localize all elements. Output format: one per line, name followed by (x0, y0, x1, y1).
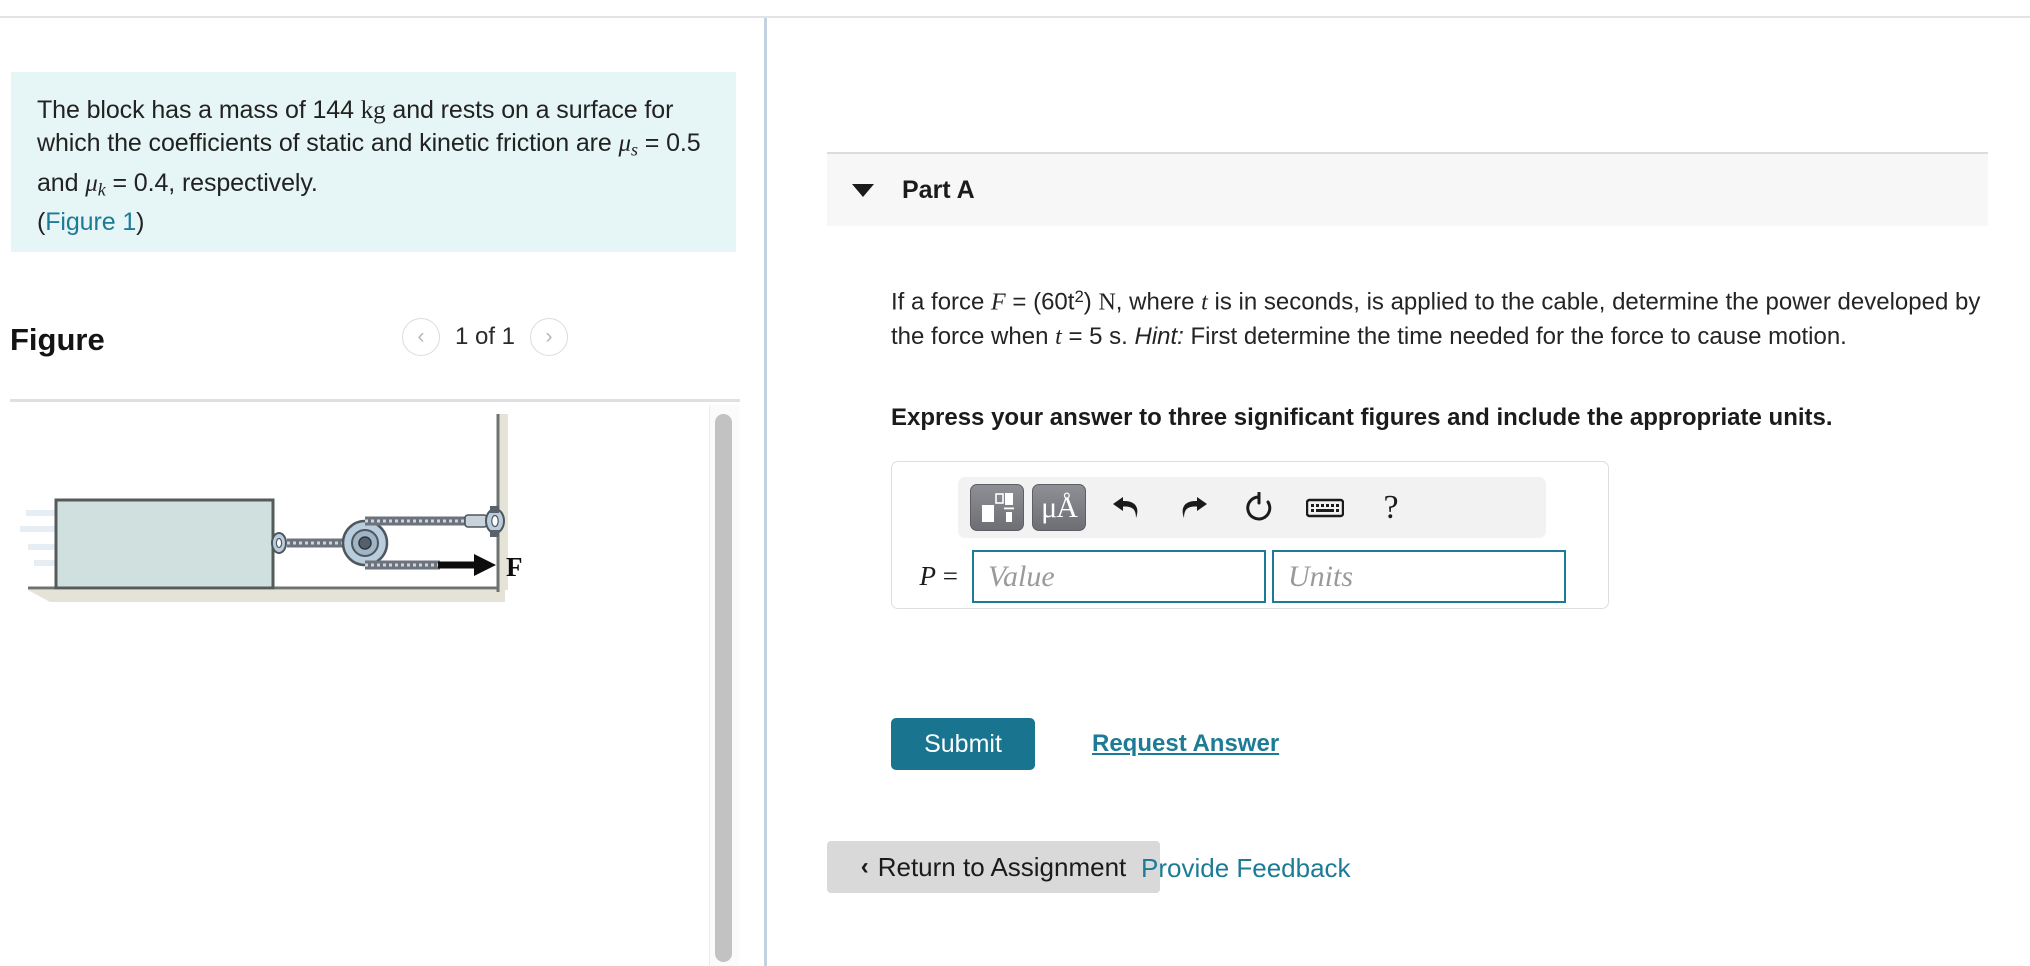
math-template-icon (982, 492, 1014, 522)
newton-unit: N (1098, 289, 1116, 316)
answer-variable-label: P = (900, 561, 958, 592)
figure-next-button[interactable]: › (530, 318, 568, 356)
caret-down-icon[interactable] (852, 183, 874, 197)
math-template-button[interactable] (970, 484, 1024, 531)
help-button[interactable]: ? (1358, 484, 1424, 531)
units-button[interactable]: μÅ (1032, 484, 1086, 531)
problem-text-1: The block has a mass of 144 (37, 96, 361, 124)
answer-row: P = (900, 550, 1566, 603)
return-to-assignment-label: Return to Assignment (877, 851, 1127, 882)
answer-value-input[interactable] (972, 550, 1266, 603)
part-a-header[interactable]: Part A (827, 152, 1988, 226)
keyboard-button[interactable] (1292, 484, 1358, 531)
cable-segment-2-icon (365, 514, 488, 528)
figure-scrollbar-track[interactable] (709, 405, 739, 966)
chevron-left-icon: ‹ (417, 324, 425, 348)
force-symbol-F: F (991, 289, 1006, 316)
return-to-assignment-button[interactable]: ‹ Return to Assignment (827, 841, 1160, 893)
figure-prev-button[interactable]: ‹ (401, 318, 440, 356)
force-exponent: 2 (1074, 287, 1084, 306)
right-pane: Part A If a force F = (60t2) N, where t … (767, 18, 2030, 966)
undo-button[interactable] (1094, 484, 1160, 531)
mu-s-symbol: μ (618, 130, 632, 157)
express-answer-instruction: Express your answer to three significant… (891, 404, 1833, 431)
question-seg-2: = (60t (1005, 288, 1075, 316)
problem-statement-text: The block has a mass of 144 kg and rests… (37, 94, 710, 239)
question-seg-7: First determine the time needed for the … (1183, 322, 1847, 350)
mu-k-symbol: μ (85, 169, 98, 197)
figure-title: Figure (10, 322, 105, 357)
time-symbol-t-2: t (1055, 323, 1062, 350)
reset-icon (1246, 491, 1272, 520)
problem-unit-kg: kg (360, 97, 386, 124)
question-body: If a force F = (60t2) N, where t is in s… (891, 280, 1981, 354)
left-pane: The block has a mass of 144 kg and rests… (0, 18, 760, 966)
answer-input-container: μÅ ? P = Value Units (891, 461, 1609, 609)
ground-shadow-icon (28, 590, 505, 602)
help-icon: ? (1383, 488, 1399, 526)
reset-button[interactable] (1226, 484, 1292, 531)
figure-paren-close: ) (136, 208, 145, 236)
chevron-left-icon: ‹ (860, 853, 869, 880)
block-eyelet-icon (271, 532, 287, 554)
figure-header: Figure ‹ 1 of 1 › (10, 318, 740, 380)
figure-panel: F (10, 399, 740, 966)
figure-paren-open: ( (37, 208, 46, 236)
figure-pager: ‹ 1 of 1 › (401, 318, 568, 356)
redo-icon (1182, 496, 1207, 518)
figure-page-label: 1 of 1 (454, 323, 515, 350)
problem-statement: The block has a mass of 144 kg and rests… (11, 72, 736, 252)
question-seg-4: , where (1115, 288, 1202, 316)
power-symbol-P: P (919, 561, 937, 591)
mu-s-subscript: s (630, 139, 638, 160)
motion-blur-icon (20, 510, 58, 566)
mu-k-value: = 0.4, respectively. (105, 168, 318, 197)
question-seg-6: = 5 s. (1061, 322, 1135, 350)
keyboard-icon (1306, 498, 1344, 517)
provide-feedback-link[interactable]: Provide Feedback (1141, 853, 1351, 884)
math-toolbar: μÅ ? (958, 477, 1546, 538)
block-icon (54, 498, 275, 590)
units-micro-angstrom-icon: μÅ (1041, 490, 1078, 524)
equals-sign: = (936, 561, 958, 591)
mu-k-subscript: k (97, 179, 106, 199)
force-label: F (506, 552, 523, 582)
undo-icon (1113, 496, 1138, 518)
physics-diagram: F (20, 414, 523, 602)
hint-label: Hint: (1134, 322, 1184, 350)
part-a-title: Part A (902, 175, 975, 204)
redo-button[interactable] (1160, 484, 1226, 531)
answer-units-input[interactable] (1272, 550, 1566, 603)
force-arrow-icon (438, 554, 496, 576)
chevron-right-icon: › (545, 324, 553, 348)
page-root: The block has a mass of 144 kg and rests… (0, 0, 2030, 966)
question-text: If a force F = (60t2) N, where t is in s… (891, 280, 1981, 354)
figure-scrollbar-thumb[interactable] (715, 414, 732, 962)
submit-button[interactable]: Submit (891, 718, 1035, 770)
figure-1-link[interactable]: Figure 1 (45, 208, 136, 236)
question-seg-3: ) (1083, 288, 1099, 316)
request-answer-link[interactable]: Request Answer (1092, 730, 1279, 758)
time-symbol-t-1: t (1201, 289, 1208, 316)
question-seg-1: If a force (891, 288, 992, 316)
pulley-icon (341, 519, 389, 567)
